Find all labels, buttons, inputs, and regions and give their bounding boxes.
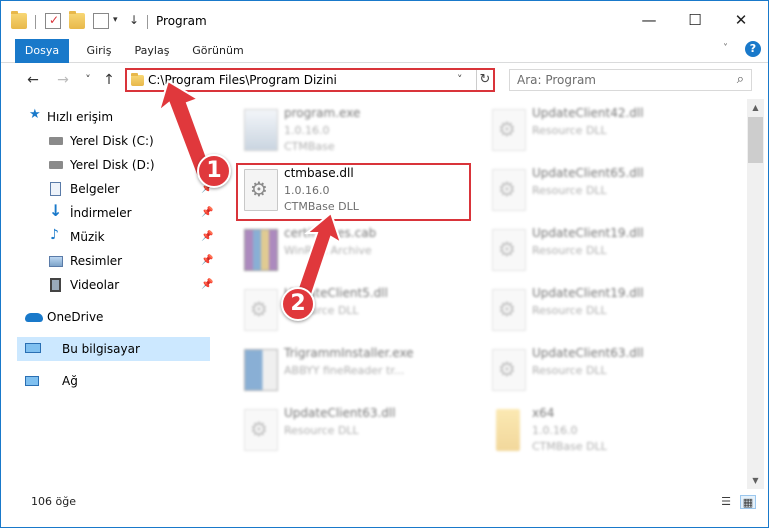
arrow-2 (295, 211, 343, 299)
step-badge-1: 1 (197, 154, 231, 188)
step-badge-2: 2 (281, 287, 315, 321)
explorer-window: ✓ ▾ ↓ Program — ☐ ✕ Dosya Giriş Paylaş G… (0, 0, 769, 528)
callout-arrows (157, 79, 343, 299)
